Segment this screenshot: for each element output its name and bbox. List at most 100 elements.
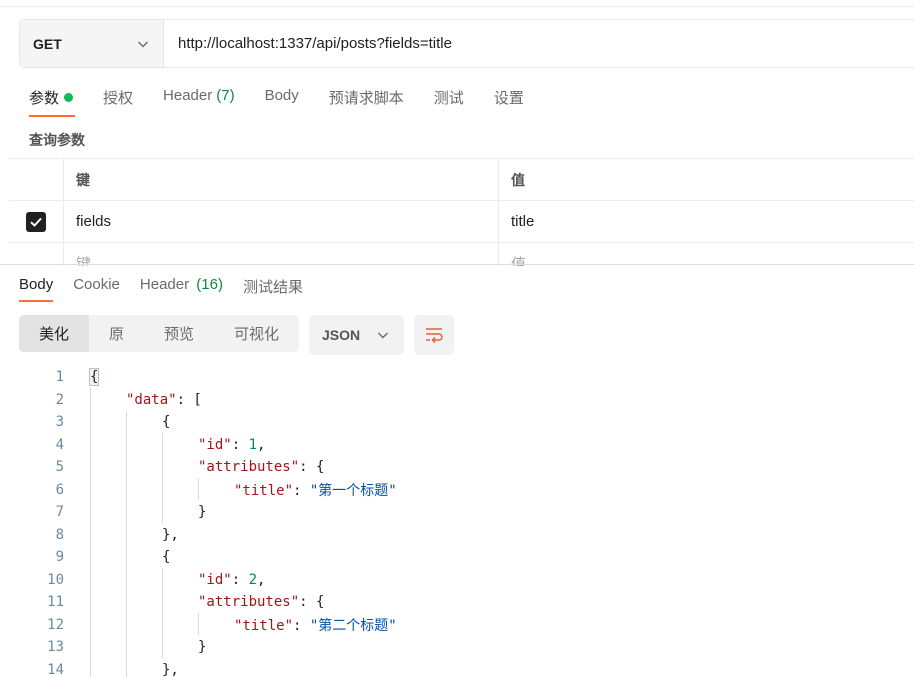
line-number: 5 (55, 459, 64, 476)
code-token: "id" (198, 571, 232, 588)
code-token: }, (162, 661, 179, 677)
code-text: "title": "第一个标题" (234, 480, 397, 500)
code-token: : (293, 482, 310, 499)
code-line: 10 "id": 2, (0, 569, 914, 592)
tab-auth[interactable]: 授权 (103, 87, 133, 117)
code-text: { (88, 368, 100, 387)
pane-divider[interactable] (0, 264, 914, 265)
response-tabs: Body Cookie Header (16) 测试结果 (19, 276, 323, 302)
code-text: }, (162, 662, 179, 677)
line-number: 3 (55, 414, 64, 431)
code-token: "title" (234, 617, 294, 634)
param-value-input[interactable]: title (499, 201, 914, 242)
code-text: "id": 2, (198, 572, 265, 588)
value-column-header: 值 (511, 171, 525, 188)
line-number: 12 (47, 616, 64, 633)
wrap-lines-button[interactable] (414, 315, 454, 355)
tab-params[interactable]: 参数 (29, 87, 76, 117)
line-number: 8 (55, 526, 64, 543)
tab-label: Body (264, 87, 299, 104)
code-token: { (88, 368, 100, 387)
method-select[interactable]: GET (20, 20, 164, 67)
header-count: (7) (216, 87, 235, 104)
code-token: "第一个标题" (309, 482, 397, 499)
tab-body[interactable]: Body (265, 87, 299, 117)
view-pretty[interactable]: 美化 (19, 315, 89, 352)
tab-label: 设置 (493, 90, 524, 107)
view-visualize[interactable]: 可视化 (214, 315, 299, 352)
code-token: "attributes" (198, 459, 300, 476)
view-preview[interactable]: 预览 (144, 315, 214, 352)
code-line: 3{ (0, 411, 914, 434)
wrap-lines-icon (426, 328, 443, 344)
code-line: 1{ (0, 366, 914, 389)
code-line: 6 "title": "第一个标题" (0, 479, 914, 502)
table-row-new: 键 值 (9, 242, 914, 266)
code-text: { (162, 549, 170, 565)
tab-test-results[interactable]: 测试结果 (243, 276, 303, 302)
code-line: 14}, (0, 659, 914, 677)
view-mode-toggle: 美化 原 预览 可视化 (19, 315, 299, 352)
tab-label: Cookie (73, 276, 120, 293)
tab-settings[interactable]: 设置 (494, 87, 524, 117)
tab-headers[interactable]: Header (7) (163, 87, 235, 117)
params-table: 键 值 fields title 键 值 (9, 158, 914, 266)
code-token: : { (299, 594, 325, 611)
new-value-input[interactable]: 值 (499, 243, 914, 266)
code-line: 9{ (0, 546, 914, 569)
code-token: { (162, 549, 171, 566)
tab-tests[interactable]: 测试 (434, 87, 464, 117)
query-params-title: 查询参数 (29, 132, 85, 148)
view-raw[interactable]: 原 (89, 315, 144, 352)
format-select[interactable]: JSON (309, 315, 404, 355)
code-token: "第二个标题" (309, 617, 397, 634)
response-body-viewer[interactable]: 1{2 "data": [3{4 "id": 1, 5 "attributes": {6… (0, 366, 914, 677)
response-header-count: (16) (196, 276, 223, 293)
tab-response-cookies[interactable]: Cookie (73, 276, 120, 302)
code-line: 11 "attributes": { (0, 591, 914, 614)
format-label: JSON (322, 327, 361, 343)
code-line: 8}, (0, 524, 914, 547)
code-line: 2 "data": [ (0, 389, 914, 412)
code-text: "attributes": { (198, 594, 324, 610)
line-number: 11 (47, 594, 64, 611)
tab-label: 预请求脚本 (328, 90, 404, 107)
tab-response-body[interactable]: Body (19, 276, 54, 302)
code-token: "id" (198, 436, 232, 453)
code-token: 2 (248, 571, 258, 588)
param-key-input[interactable]: fields (64, 201, 499, 242)
tab-response-headers[interactable]: Header (16) (140, 276, 223, 302)
code-token: 1 (248, 436, 258, 453)
new-param-check-cell (9, 243, 64, 266)
tab-label: 参数 (29, 90, 60, 107)
code-token: "title" (234, 482, 294, 499)
param-enable-cell (9, 201, 64, 242)
param-checkbox[interactable] (26, 211, 46, 232)
new-key-input[interactable]: 键 (64, 243, 499, 266)
code-token: : (293, 617, 310, 634)
code-token: , (257, 571, 266, 588)
code-line: 4 "id": 1, (0, 434, 914, 457)
code-text: } (198, 639, 206, 655)
chevron-down-icon (138, 41, 148, 47)
url-input[interactable]: http://localhost:1337/api/posts?fields=t… (164, 35, 452, 52)
code-token: } (198, 639, 207, 656)
header-check-cell (9, 159, 64, 200)
request-tabs: 参数 授权 Header (7) Body 预请求脚本 测试 设置 (29, 87, 554, 117)
key-column-header: 键 (64, 159, 499, 200)
code-token: : { (299, 459, 325, 476)
code-text: { (162, 414, 170, 430)
code-line: 12 "title": "第二个标题" (0, 614, 914, 637)
code-token: "attributes" (198, 594, 300, 611)
code-text: "id": 1, (198, 437, 265, 453)
line-number: 4 (55, 436, 64, 453)
code-line: 7} (0, 501, 914, 524)
code-text: }, (162, 527, 179, 543)
check-icon (30, 217, 42, 227)
code-token: }, (162, 526, 179, 543)
tab-pre-request-script[interactable]: 预请求脚本 (329, 87, 404, 117)
code-text: "attributes": { (198, 459, 324, 475)
tab-label: Header (139, 276, 190, 293)
url-bar: GET http://localhost:1337/api/posts?fiel… (19, 19, 914, 68)
tab-label: 测试结果 (242, 279, 303, 296)
